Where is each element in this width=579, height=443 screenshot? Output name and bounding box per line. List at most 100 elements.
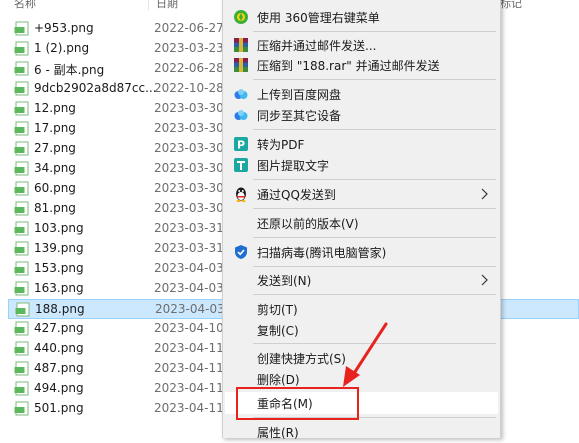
menu-separator — [253, 129, 496, 130]
column-header-date[interactable]: 日期 — [156, 0, 178, 10]
png-file-icon — [14, 261, 29, 276]
file-date: 2022-06-27 — [154, 21, 224, 35]
file-name: 153.png — [34, 261, 84, 275]
png-file-icon — [14, 221, 29, 236]
png-file-icon — [14, 101, 29, 116]
file-name: 427.png — [34, 321, 84, 335]
file-date: 2023-03-30 — [154, 121, 224, 135]
file-name: 487.png — [34, 361, 84, 375]
file-name: +953.png — [34, 21, 94, 35]
png-file-icon — [14, 181, 29, 196]
file-name: 1 (2).png — [34, 41, 90, 55]
png-file-icon — [14, 21, 29, 36]
file-name: 6 - 副本.png — [34, 63, 105, 77]
menu-item-create-shortcut[interactable]: 创建快捷方式(S) — [225, 347, 498, 369]
baidu-netdisk-icon — [234, 110, 248, 120]
png-file-icon — [14, 281, 29, 296]
menu-separator — [253, 31, 496, 32]
png-file-icon — [15, 302, 30, 317]
png-file-icon — [14, 81, 29, 96]
file-date: 2023-03-30 — [154, 141, 224, 155]
menu-separator — [253, 343, 496, 344]
menu-separator — [253, 294, 496, 295]
png-file-icon — [14, 141, 29, 156]
chevron-right-icon — [481, 274, 488, 286]
file-name: 163.png — [34, 281, 84, 295]
file-date: 2022-10-28 — [154, 81, 224, 95]
menu-item-cut[interactable]: 剪切(T) — [225, 298, 498, 320]
png-file-icon — [14, 341, 29, 356]
file-name: 103.png — [34, 221, 84, 235]
context-menu: 使用 360管理右键菜单 压缩并通过邮件发送... 压缩到 "188.rar" … — [222, 0, 501, 440]
file-date: 2023-03-30 — [154, 181, 224, 195]
file-name: 188.png — [35, 302, 85, 316]
file-date: 2023-04-03 — [154, 281, 224, 295]
chevron-right-icon — [481, 188, 488, 200]
file-name: 60.png — [34, 181, 76, 195]
menu-separator — [253, 179, 496, 180]
png-file-icon — [14, 361, 29, 376]
file-date: 2023-04-11 — [154, 381, 224, 395]
menu-item-360-manage[interactable]: 使用 360管理右键菜单 — [225, 6, 498, 28]
360-icon — [234, 10, 248, 24]
file-date: 2023-03-30 — [154, 101, 224, 115]
png-file-icon — [14, 241, 29, 256]
menu-item-to-pdf[interactable]: P 转为PDF — [225, 133, 498, 155]
winrar-icon — [234, 58, 248, 72]
file-name: 27.png — [34, 141, 76, 155]
file-date: 2023-03-30 — [154, 201, 224, 215]
winrar-icon — [234, 38, 248, 52]
menu-item-scan-virus[interactable]: 扫描病毒(腾讯电脑管家) — [225, 241, 498, 263]
file-name: 440.png — [34, 341, 84, 355]
menu-item-send-qq[interactable]: 通过QQ发送到 — [225, 183, 498, 205]
menu-item-sync-devices[interactable]: 同步至其它设备 — [225, 104, 498, 126]
file-date: 2023-04-11 — [154, 361, 224, 375]
menu-item-send-to[interactable]: 发送到(N) — [225, 269, 498, 291]
png-file-icon — [14, 121, 29, 136]
file-date: 2023-04-11 — [154, 341, 224, 355]
png-file-icon — [14, 61, 29, 76]
qq-penguin-icon — [236, 187, 246, 202]
png-file-icon — [14, 41, 29, 56]
menu-item-compress-rar-email[interactable]: 压缩到 "188.rar" 并通过邮件发送 — [225, 54, 498, 76]
png-file-icon — [14, 161, 29, 176]
file-date: 2023-04-03 — [154, 261, 224, 275]
file-date: 2023-03-30 — [154, 161, 224, 175]
menu-separator — [253, 79, 496, 80]
menu-separator — [253, 237, 496, 238]
png-file-icon — [14, 381, 29, 396]
pdf-converter-icon: P — [234, 137, 248, 152]
file-name: 34.png — [34, 161, 76, 175]
shield-icon — [235, 245, 247, 259]
menu-item-copy[interactable]: 复制(C) — [225, 319, 498, 341]
file-name: 12.png — [34, 101, 76, 115]
file-date: 2023-04-11 — [154, 401, 224, 415]
menu-item-upload-baidu[interactable]: 上传到百度网盘 — [225, 83, 498, 105]
png-file-icon — [14, 321, 29, 336]
column-header-name[interactable]: 名称 — [14, 0, 36, 10]
png-file-icon — [14, 201, 29, 216]
file-name: 17.png — [34, 121, 76, 135]
menu-item-extract-text[interactable]: 图片提取文字 — [225, 154, 498, 176]
svg-text:P: P — [237, 139, 245, 152]
file-name: 81.png — [34, 201, 76, 215]
menu-separator — [253, 266, 496, 267]
column-divider[interactable] — [148, 0, 149, 10]
menu-item-restore-version[interactable]: 还原以前的版本(V) — [225, 212, 498, 234]
file-date: 2022-06-28 — [154, 61, 224, 75]
file-date: 2023-03-23 — [154, 41, 224, 55]
png-file-icon — [14, 401, 29, 416]
column-header-tag[interactable]: 标记 — [500, 0, 522, 10]
menu-item-compress-email[interactable]: 压缩并通过邮件发送... — [225, 34, 498, 56]
file-date: 2023-03-31 — [154, 241, 224, 255]
menu-item-properties[interactable]: 属性(R) — [225, 421, 498, 443]
file-name: 494.png — [34, 381, 84, 395]
file-date: 2023-04-03 — [155, 302, 225, 316]
file-name: 139.png — [34, 241, 84, 255]
file-name: 9dcb2902a8d87cc... — [34, 81, 157, 95]
annotation-highlight-box — [236, 387, 359, 420]
image-text-icon — [234, 158, 248, 172]
menu-separator — [253, 208, 496, 209]
baidu-netdisk-icon — [234, 89, 248, 99]
file-date: 2023-04-10 — [154, 321, 224, 335]
